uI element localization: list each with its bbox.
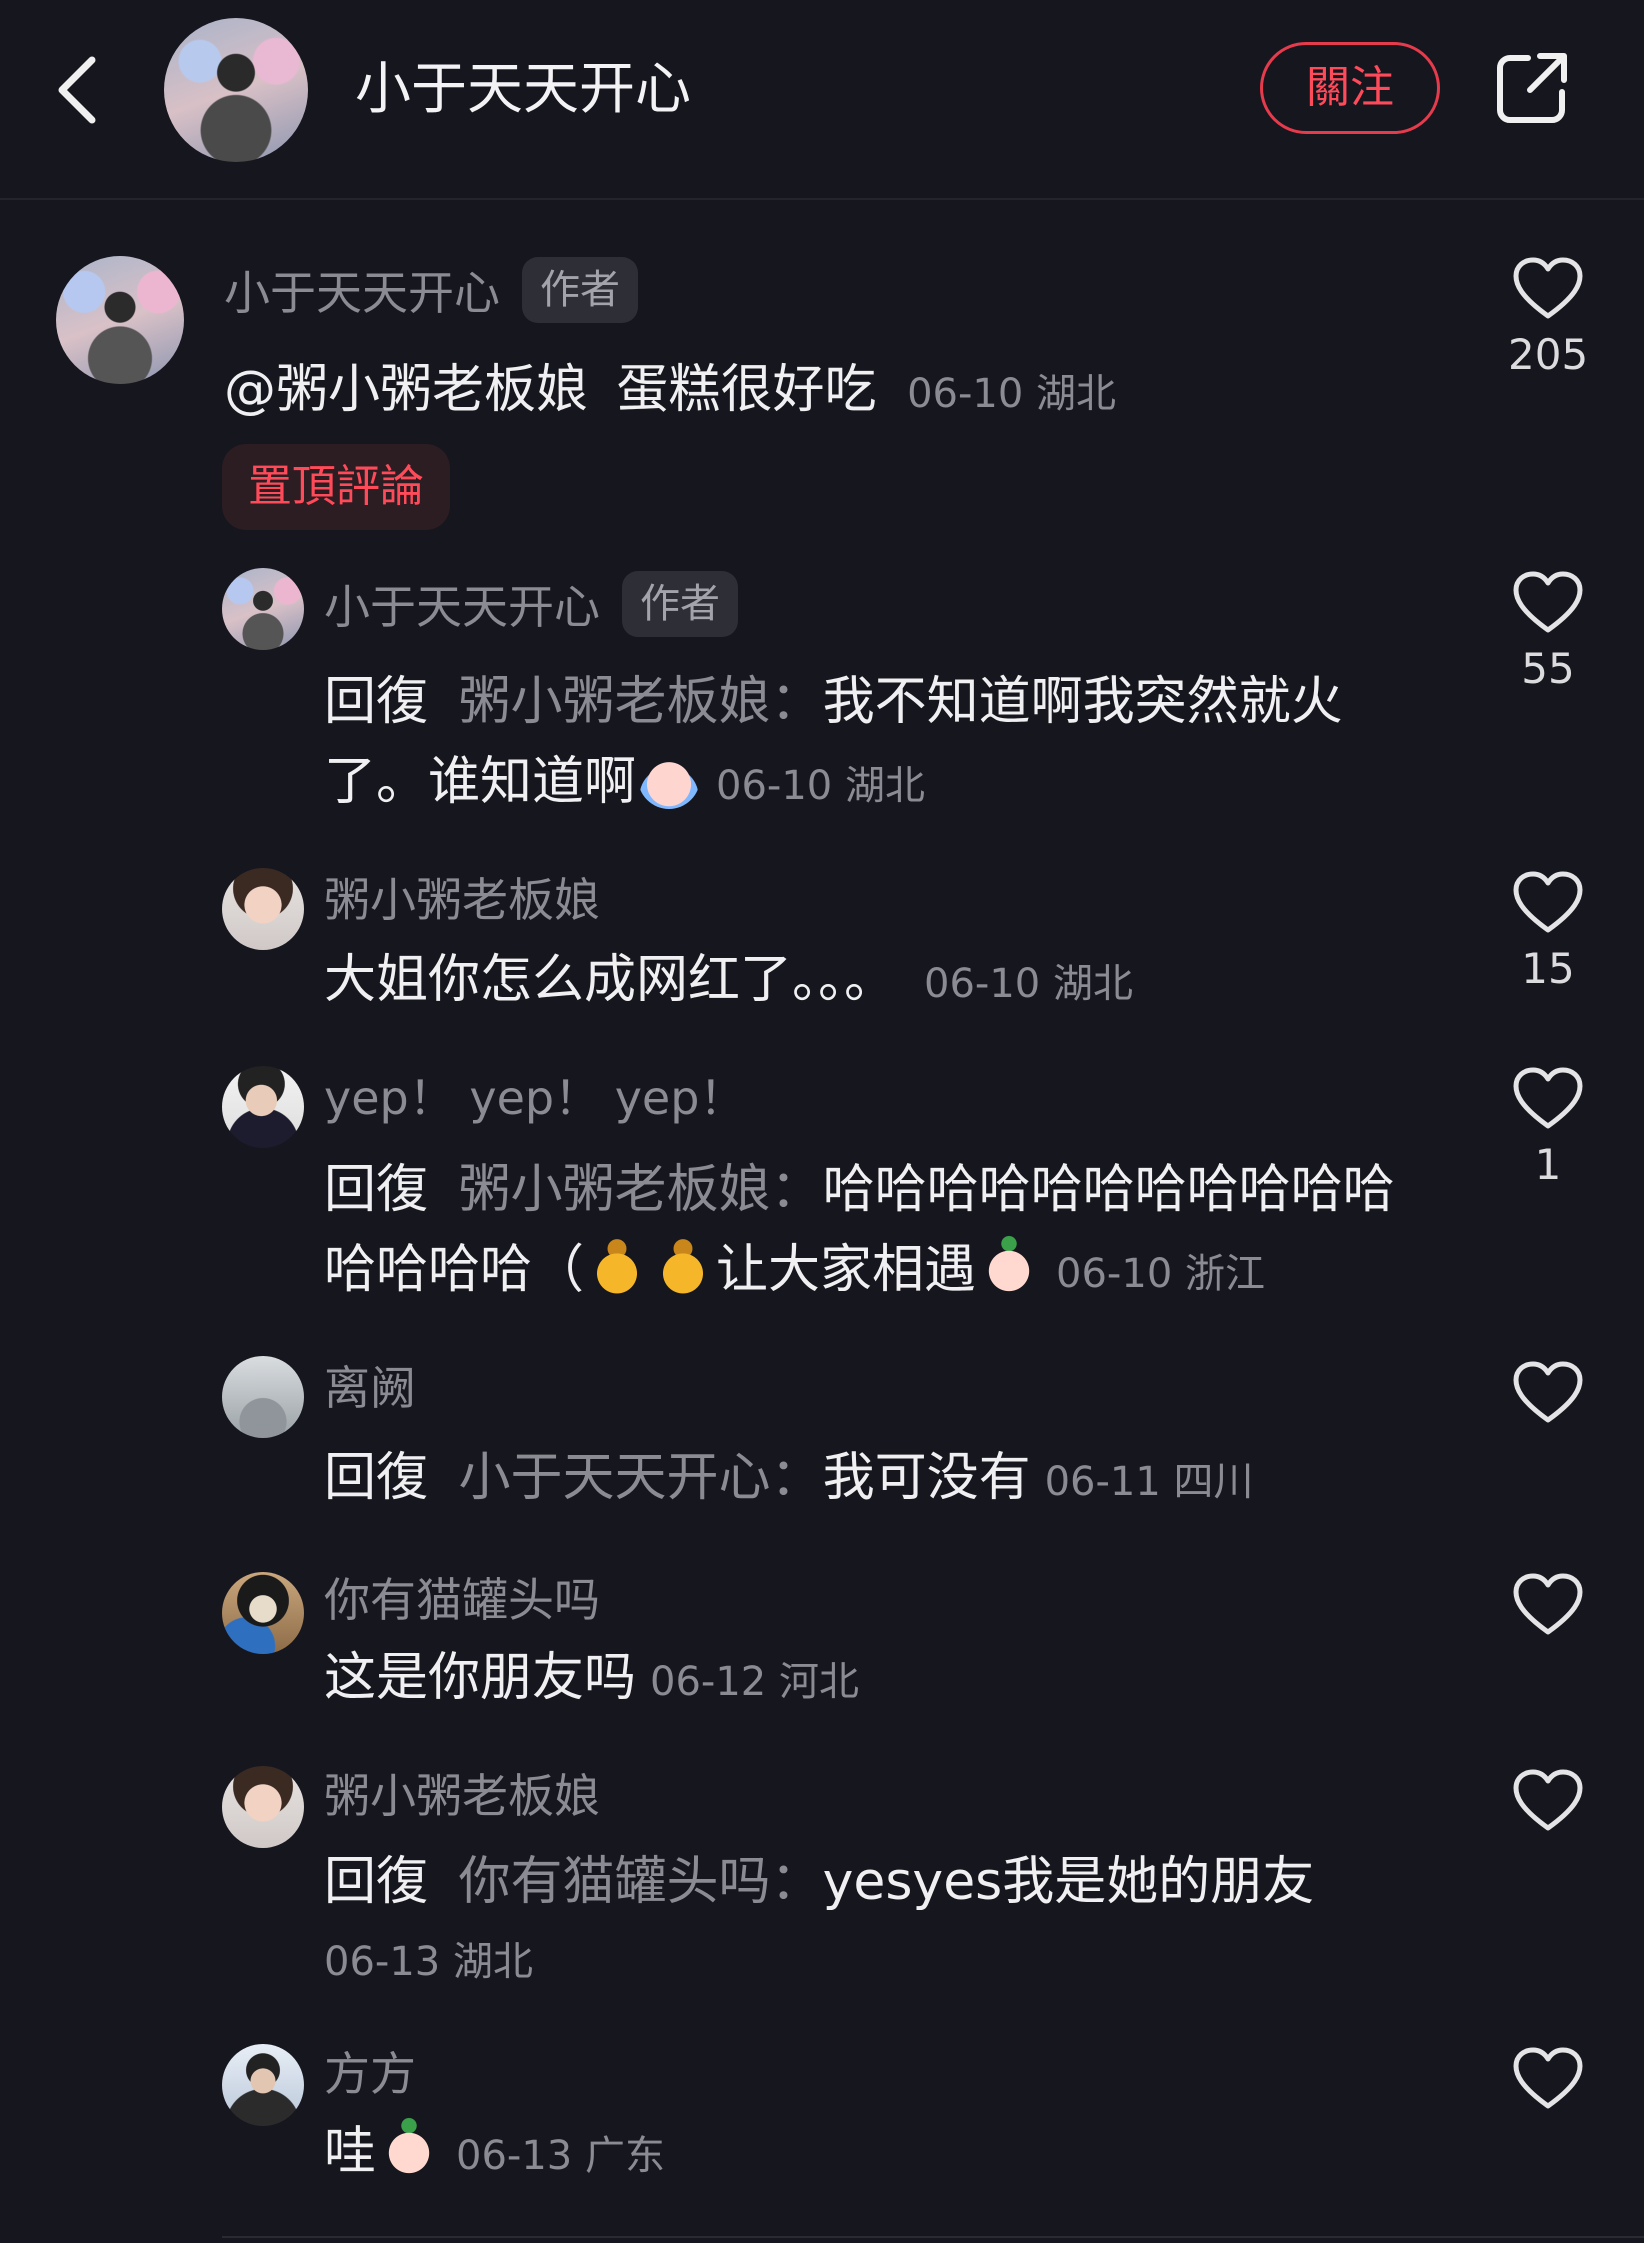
comment-meta: 06-10 湖北: [907, 371, 1117, 417]
author-badge: 作者: [522, 257, 638, 323]
comment-text: 回復 你有猫罐头吗：yesyes我是她的朋友: [324, 1842, 1384, 1922]
praying-emoji-icon: [378, 2117, 441, 2179]
reply-target[interactable]: 粥小粥老板娘：: [459, 672, 823, 732]
comment-body: 我可没有: [822, 1448, 1031, 1508]
heart-icon: [1513, 2047, 1583, 2109]
comment-text: 回復 粥小粥老板娘：哈哈哈哈哈哈哈哈哈哈哈哈哈哈哈（ 让大家相遇 06-10 浙江: [324, 1150, 1414, 1314]
follow-button[interactable]: 關注: [1260, 42, 1440, 134]
username[interactable]: 小于天天开心: [224, 257, 500, 323]
money-bag-icon: [652, 1235, 715, 1297]
comment-header: yep！ yep！ yep！: [324, 1058, 745, 1132]
reply-label: 回復: [324, 1160, 429, 1220]
username[interactable]: 粥小粥老板娘: [324, 1760, 600, 1826]
comment-meta: 06-13 湖北: [324, 1939, 533, 1985]
heart-icon: [1513, 257, 1583, 319]
avatar[interactable]: [222, 568, 304, 650]
praying-emoji-icon: [978, 1235, 1041, 1297]
comment-header: 小于天天开心 作者: [324, 566, 738, 642]
reply-label: 回復: [324, 1448, 429, 1508]
comment-meta: 06-11 四川: [1044, 1459, 1254, 1505]
heart-icon: [1513, 1573, 1583, 1635]
share-button[interactable]: [1492, 48, 1572, 128]
like-button[interactable]: 205: [1508, 256, 1588, 379]
like-button[interactable]: [1508, 1360, 1588, 1426]
comment-text: 这是你朋友吗 06-12 河北: [324, 1638, 1424, 1722]
reply-target[interactable]: 小于天天开心：: [459, 1448, 823, 1508]
comment-body: yesyes我是她的朋友: [822, 1852, 1315, 1912]
comment-text: 回復 小于天天开心：我可没有 06-11 四川: [324, 1438, 1424, 1522]
username[interactable]: 粥小粥老板娘: [324, 864, 600, 930]
share-icon: [1497, 53, 1567, 123]
comment-header: 方方: [324, 2036, 416, 2106]
username[interactable]: 离阙: [324, 1352, 416, 1418]
username[interactable]: 小于天天开心: [324, 571, 600, 637]
heart-icon: [1513, 1067, 1583, 1129]
avatar[interactable]: [222, 2044, 304, 2126]
comment-header: 小于天天开心 作者: [224, 250, 638, 330]
avatar[interactable]: [222, 868, 304, 950]
like-count: 205: [1508, 330, 1589, 379]
username[interactable]: yep！ yep！ yep！: [324, 1062, 745, 1128]
reply-label: 回復: [324, 672, 429, 732]
money-bag-icon: [586, 1235, 649, 1297]
comment-body: 哇: [324, 2122, 377, 2182]
like-button[interactable]: [1508, 1768, 1588, 1834]
comment-meta: 06-10 浙江: [1056, 1251, 1265, 1297]
page-title: 小于天天开心: [355, 57, 691, 122]
comment-header: 粥小粥老板娘: [324, 862, 600, 932]
comment-text: 哇 06-13 广东: [324, 2112, 1424, 2196]
comment-header: 你有猫罐头吗: [324, 1562, 600, 1632]
chevron-left-icon: [58, 56, 96, 124]
author-avatar[interactable]: [164, 18, 308, 162]
pinned-badge: 置頂評論: [222, 444, 450, 530]
like-count: 15: [1521, 944, 1575, 993]
reply-target[interactable]: 你有猫罐头吗：: [459, 1852, 823, 1912]
author-badge: 作者: [622, 571, 738, 637]
username[interactable]: 你有猫罐头吗: [324, 1564, 600, 1630]
comment-body: 蛋糕很好吃: [616, 360, 877, 420]
crying-emoji-icon: [638, 747, 701, 809]
like-button[interactable]: 1: [1508, 1066, 1588, 1189]
like-button[interactable]: 15: [1508, 870, 1588, 993]
avatar[interactable]: [222, 1572, 304, 1654]
comment-text: @粥小粥老板娘 蛋糕很好吃 06-10 湖北: [224, 350, 1464, 434]
heart-icon: [1513, 871, 1583, 933]
comment-body: 这是你朋友吗: [324, 1648, 637, 1708]
top-bar: 小于天天开心 關注: [0, 0, 1644, 200]
like-count: 55: [1521, 644, 1575, 693]
avatar[interactable]: [222, 1066, 304, 1148]
comment-meta: 06-13 广东: [456, 2133, 665, 2179]
avatar[interactable]: [56, 256, 184, 384]
comment-meta: 06-12 河北: [650, 1659, 859, 1705]
like-button[interactable]: [1508, 1572, 1588, 1638]
like-count: 1: [1534, 1140, 1562, 1189]
comment-body: 大姐你怎么成网红了。。。: [324, 950, 897, 1010]
comment-text: 大姐你怎么成网红了。。。 06-10 湖北: [324, 940, 1424, 1024]
back-button[interactable]: [48, 50, 112, 130]
divider: [222, 2236, 1644, 2238]
reply-target[interactable]: 粥小粥老板娘：: [459, 1160, 823, 1220]
reply-label: 回復: [324, 1852, 429, 1912]
comment-meta: 06-10 湖北: [716, 763, 925, 809]
comment-body-tail: 让大家相遇: [716, 1240, 977, 1300]
like-button[interactable]: [1508, 2046, 1588, 2112]
comment-header: 离阙: [324, 1350, 416, 1420]
heart-icon: [1513, 1361, 1583, 1423]
comment-text: 回復 粥小粥老板娘：我不知道啊我突然就火了。谁知道啊 06-10 湖北: [324, 662, 1404, 826]
avatar[interactable]: [222, 1356, 304, 1438]
mention-link[interactable]: @粥小粥老板娘: [224, 360, 588, 420]
comment-meta: 06-10 湖北: [924, 961, 1133, 1007]
username[interactable]: 方方: [324, 2038, 416, 2104]
comment-header: 粥小粥老板娘: [324, 1758, 600, 1828]
heart-icon: [1513, 571, 1583, 633]
like-button[interactable]: 55: [1508, 570, 1588, 693]
avatar[interactable]: [222, 1766, 304, 1848]
heart-icon: [1513, 1769, 1583, 1831]
